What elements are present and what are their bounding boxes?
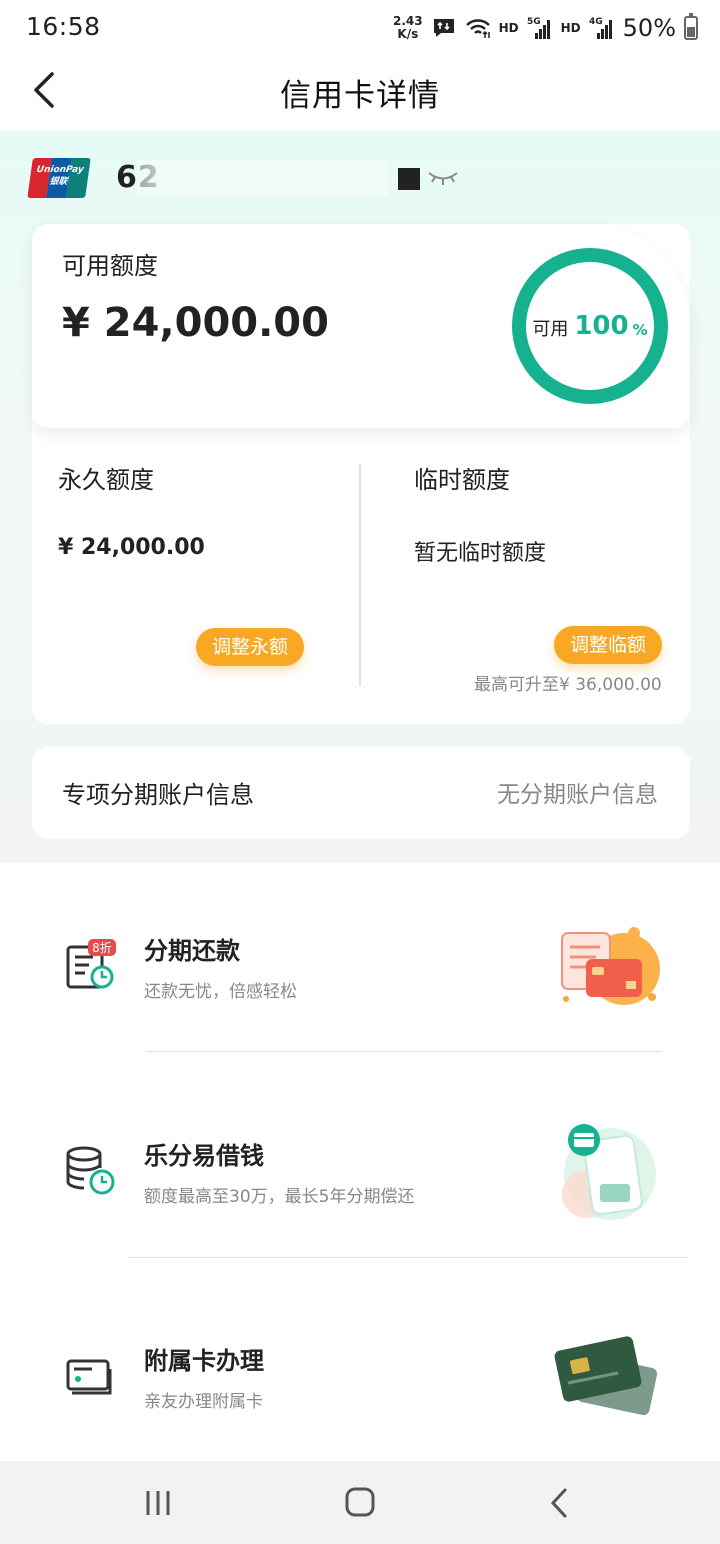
signal-4g-icon: 4G: [589, 17, 612, 39]
limit-divider: [359, 464, 361, 686]
net-speed-unit: K/s: [397, 27, 419, 41]
ring-label: 可用: [532, 319, 569, 340]
service-lefenyi-loan[interactable]: 乐分易借钱 额度最高至30万，最长5年分期偿还: [0, 1068, 720, 1268]
back-icon[interactable]: [540, 1485, 580, 1521]
service-installment-repay[interactable]: 8折 分期还款 还款无忧，倍感轻松: [0, 863, 720, 1063]
special-installment-value: 无分期账户信息: [497, 782, 658, 808]
available-credit-amount: ¥ 24,000.00: [62, 300, 329, 346]
service-supplementary-card[interactable]: 附属卡办理 亲友办理附属卡: [0, 1273, 720, 1473]
discount-badge: 8折: [92, 940, 112, 955]
status-time: 16:58: [26, 12, 101, 41]
recent-apps-icon[interactable]: [138, 1485, 178, 1521]
phone-card-illustration: [562, 1124, 656, 1220]
page-title: 信用卡详情: [280, 78, 440, 114]
hd-label-2: HD: [560, 21, 581, 35]
service-title: 分期还款: [144, 937, 240, 965]
ring-text: 可用 100 %: [510, 246, 670, 406]
signal-5g-label: 5G: [527, 17, 541, 27]
hd-label: HD: [498, 21, 519, 35]
service-title: 附属卡办理: [144, 1347, 264, 1375]
card-info-row: UnionPay 银联 62: [27, 154, 460, 202]
battery-icon: [684, 13, 698, 40]
status-bar: 16:58 2.43 K/s HD 5G HD 4G 50%: [0, 0, 720, 56]
ring-unit: %: [632, 321, 648, 339]
credit-summary-area: UnionPay 银联 62 可用额度 ¥ 24,000.00 可用: [0, 130, 720, 863]
card-number-redaction: [398, 168, 420, 190]
unionpay-logo: UnionPay 银联: [27, 158, 91, 198]
adjust-permanent-button[interactable]: 调整永额: [196, 628, 305, 666]
temporary-limit-value: 暂无临时额度: [414, 541, 547, 566]
temporary-limit-title: 临时额度: [414, 466, 510, 494]
header: 信用卡详情: [0, 56, 720, 130]
bill-card-illustration: [561, 927, 660, 1005]
card-number-mask: [138, 160, 388, 196]
card-number: 62: [116, 158, 456, 198]
adjust-temporary-button[interactable]: 调整临额: [554, 626, 663, 664]
special-installment-row[interactable]: 专项分期账户信息 无分期账户信息: [32, 747, 690, 839]
special-installment-label: 专项分期账户信息: [62, 781, 254, 809]
permanent-limit-value: ¥ 24,000.00: [58, 535, 205, 560]
coin-stack-clock-icon: [66, 1146, 115, 1195]
wifi-icon: [465, 19, 490, 38]
credit-panel: 可用额度 ¥ 24,000.00 可用 100 % 永久额度 ¥ 24,000.…: [32, 224, 690, 724]
service-subtitle: 亲友办理附属卡: [144, 1392, 263, 1412]
ring-percent: 100: [574, 311, 629, 341]
installment-bill-icon: 8折: [66, 939, 116, 989]
max-limit-note: 最高可升至¥ 36,000.00: [474, 675, 662, 695]
message-icon: [433, 19, 454, 37]
permanent-limit-title: 永久额度: [58, 466, 154, 494]
available-credit-box: 可用额度 ¥ 24,000.00 可用 100 %: [32, 224, 690, 428]
service-divider: [128, 1257, 688, 1258]
service-subtitle: 额度最高至30万，最长5年分期偿还: [144, 1187, 415, 1207]
signal-4g-label: 4G: [589, 17, 603, 27]
service-divider: [146, 1051, 662, 1052]
service-title: 乐分易借钱: [144, 1142, 264, 1170]
available-credit-label: 可用额度: [62, 252, 158, 280]
unionpay-brand-cn: 银联: [48, 177, 69, 187]
service-list: 8折 分期还款 还款无忧，倍感轻松 乐分易借钱 额度最高至30万，最长5年分期偿…: [0, 863, 720, 1461]
signal-5g-icon: 5G: [527, 17, 550, 39]
status-icons: 2.43 K/s HD 5G HD 4G 50%: [393, 10, 698, 46]
service-subtitle: 还款无忧，倍感轻松: [144, 982, 297, 1002]
system-nav-bar: [0, 1461, 720, 1544]
battery-percent: 50%: [622, 14, 676, 42]
available-ratio-ring: 可用 100 %: [510, 246, 670, 406]
network-speed: 2.43 K/s: [393, 15, 423, 41]
unionpay-brand: UnionPay: [35, 165, 85, 175]
home-icon[interactable]: [340, 1485, 380, 1521]
supplementary-card-illustration: [554, 1336, 658, 1416]
card-icon: [66, 1359, 112, 1395]
